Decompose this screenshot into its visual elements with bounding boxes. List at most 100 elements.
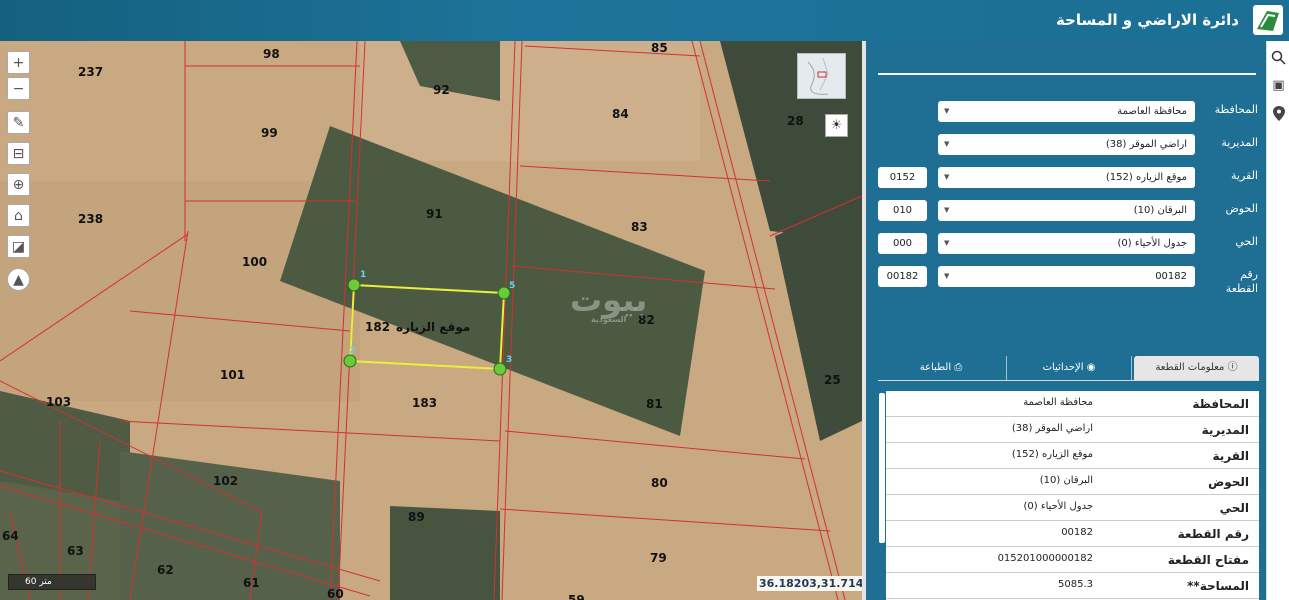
person-pin-icon: ◉: [1083, 362, 1096, 373]
table-row: مفتاح القطعة 015201000000182: [886, 547, 1259, 573]
parcel-label[interactable]: 25: [824, 373, 841, 387]
map-layers-icon[interactable]: ▣: [1267, 71, 1289, 99]
map-view[interactable]: 98 85 237 92 84 28 99 91 238 83 100 182 …: [0, 41, 862, 600]
printer-icon: ⎙: [951, 362, 963, 373]
select-value: البرقان (10): [1133, 205, 1187, 216]
field-basin: 010 ▼ البرقان (10) الحوض: [866, 200, 1270, 222]
field-label: الحوض: [1225, 202, 1259, 215]
tab-coordinates[interactable]: ◉ الإحداثيات: [1006, 356, 1132, 380]
compass-icon[interactable]: ▲: [7, 268, 30, 291]
parcel-number-select[interactable]: ▼ 00182: [938, 266, 1195, 287]
chart-icon[interactable]: ◪: [7, 235, 30, 258]
parcel-label[interactable]: 101: [220, 368, 245, 382]
scale-label: 60 متر: [25, 577, 52, 587]
caret-down-icon: ▼: [944, 206, 950, 214]
parcel-label[interactable]: 183: [412, 396, 437, 410]
info-key: القرية: [1212, 449, 1249, 463]
minimap-image: [798, 54, 845, 98]
overview-minimap[interactable]: [797, 53, 846, 99]
parcel-label[interactable]: 28: [787, 114, 804, 128]
caret-down-icon: ▼: [944, 173, 950, 181]
parcel-info-table: المحافظة محافظة العاصمة المديرية اراضي الم…: [878, 391, 1259, 600]
governorate-select[interactable]: ▼ محافظة العاصمة: [938, 101, 1195, 122]
parcel-label[interactable]: 62: [157, 563, 174, 577]
home-icon[interactable]: ⌂: [7, 204, 30, 227]
search-icon-glyph: [1271, 50, 1286, 65]
info-icon: ⓘ: [1224, 362, 1238, 373]
info-key: المحافظة: [1192, 397, 1249, 411]
pencil-icon[interactable]: ✎: [7, 111, 30, 134]
village-code-input[interactable]: 0152: [878, 167, 927, 188]
search-icon[interactable]: [1267, 43, 1289, 71]
parcel-label[interactable]: 102: [213, 474, 238, 488]
parcel-label[interactable]: 103: [46, 395, 71, 409]
parcel-code-input[interactable]: 00182: [878, 266, 927, 287]
tab-parcel-info[interactable]: ⓘ معلومات القطعة: [1134, 356, 1259, 380]
basin-select[interactable]: ▼ البرقان (10): [938, 200, 1195, 221]
table-row: الحي جدول الأحياء (0): [886, 495, 1259, 521]
info-value: 00182: [1061, 527, 1093, 538]
select-value: 00182: [1155, 271, 1187, 282]
caret-down-icon: ▼: [944, 140, 950, 148]
parcel-label[interactable]: 238: [78, 212, 103, 226]
info-key: المديرية: [1201, 423, 1249, 437]
neighborhood-select[interactable]: ▼ جدول الأحياء (0): [938, 233, 1195, 254]
vertex-label: 3: [506, 355, 513, 365]
parcel-label[interactable]: 91: [426, 207, 443, 221]
parcel-label[interactable]: 85: [651, 41, 668, 55]
basemap-toggle-icon[interactable]: ☀: [825, 114, 848, 137]
neighborhood-code-input[interactable]: 000: [878, 233, 927, 254]
info-value: 015201000000182: [997, 553, 1093, 564]
parcel-label[interactable]: 79: [650, 551, 667, 565]
basin-code-input[interactable]: 010: [878, 200, 927, 221]
parcel-label[interactable]: 92: [433, 83, 450, 97]
parcel-label[interactable]: 81: [646, 397, 663, 411]
parcel-label[interactable]: 83: [631, 220, 648, 234]
location-pin-icon[interactable]: [1267, 99, 1289, 127]
table-row: الحوض البرقان (10): [886, 469, 1259, 495]
directorate-select[interactable]: ▼ اراضي الموقر (38): [938, 134, 1195, 155]
parcel-label[interactable]: 61: [243, 576, 260, 590]
app-header: دائرة الاراضي و المساحة: [0, 0, 1289, 41]
select-value: موقع الزياره (152): [1105, 172, 1187, 183]
tab-print[interactable]: ⎙ الطباعة: [878, 356, 1004, 380]
info-value: محافظة العاصمة: [1023, 397, 1093, 408]
zoom-in-icon[interactable]: +: [7, 51, 30, 74]
parcel-label[interactable]: 98: [263, 47, 280, 61]
vertex-label: 1: [360, 270, 367, 280]
caret-down-icon: ▼: [944, 107, 950, 115]
table-row: المحافظة محافظة العاصمة: [886, 391, 1259, 417]
parcel-label[interactable]: 84: [612, 107, 629, 121]
info-value: موقع الزياره (152): [1011, 449, 1093, 460]
scrollbar[interactable]: [878, 391, 886, 600]
info-key: رقم القطعة: [1177, 527, 1249, 541]
parcel-label[interactable]: 100: [242, 255, 267, 269]
measure-icon[interactable]: ⊟: [7, 142, 30, 165]
vertex-label: 2: [349, 346, 356, 356]
parcel-label[interactable]: 64: [2, 529, 19, 543]
location-pin-glyph: [1272, 105, 1285, 121]
select-value: اراضي الموقر (38): [1105, 139, 1187, 150]
field-label: القرية: [1230, 169, 1258, 182]
caret-down-icon: ▼: [944, 239, 950, 247]
parcel-label[interactable]: 89: [408, 510, 425, 524]
table-row: رقم القطعة 00182: [886, 521, 1259, 547]
locate-icon[interactable]: ⊕: [7, 173, 30, 196]
parcel-label[interactable]: 60: [327, 587, 344, 600]
info-key: الحوض: [1208, 475, 1249, 489]
scrollbar-thumb[interactable]: [879, 393, 885, 543]
table-row: المساحة** 5085.3: [886, 573, 1259, 599]
parcel-label[interactable]: 182: [365, 320, 390, 334]
parcel-label[interactable]: 59: [568, 593, 585, 600]
field-village: 0152 ▼ موقع الزياره (152) القرية: [866, 167, 1270, 189]
parcel-label[interactable]: 80: [651, 476, 668, 490]
zoom-out-icon[interactable]: −: [7, 77, 30, 100]
parcel-label[interactable]: 63: [67, 544, 84, 558]
parcel-label[interactable]: 237: [78, 65, 103, 79]
dls-logo-icon[interactable]: [1251, 3, 1285, 37]
info-value: اراضي الموقر (38): [1011, 423, 1093, 434]
parcel-label[interactable]: 99: [261, 126, 278, 140]
village-select[interactable]: ▼ موقع الزياره (152): [938, 167, 1195, 188]
field-directorate: ▼ اراضي الموقر (38) المديرية: [866, 134, 1270, 156]
info-key: الحي: [1219, 501, 1249, 515]
